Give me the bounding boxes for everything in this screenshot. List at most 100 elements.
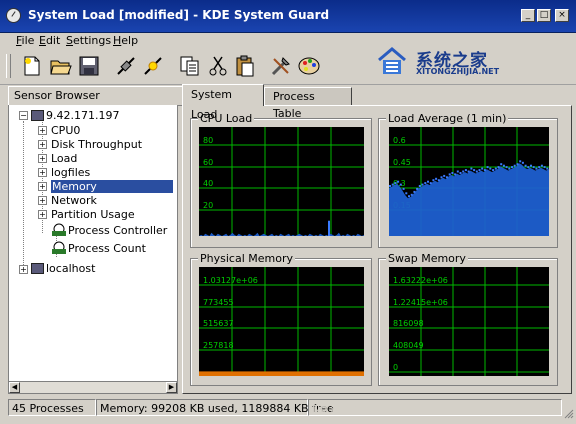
process-count-icon: [52, 241, 66, 254]
status-bar: 45 Processes Memory: 99208 KB used, 1189…: [0, 397, 576, 421]
series-area-0: [389, 163, 549, 236]
y-tick-label: 20: [203, 201, 213, 210]
tree-item-process-controller[interactable]: Process Controller: [68, 224, 167, 237]
data-point: [462, 170, 465, 173]
load-average-title: Load Average (1 min): [386, 112, 509, 125]
logfiles-expand-toggle[interactable]: +: [38, 168, 47, 177]
data-point: [516, 163, 519, 166]
worksheet-tabs: System Load Process Table: [182, 84, 572, 121]
physical-memory-title: Physical Memory: [198, 252, 295, 265]
disk-expand-toggle[interactable]: +: [38, 140, 47, 149]
data-point: [532, 166, 535, 169]
cut-icon[interactable]: [206, 54, 230, 78]
tab-system-load[interactable]: System Load: [182, 84, 264, 121]
data-point: [424, 182, 427, 185]
data-point: [459, 172, 462, 174]
data-point: [540, 164, 543, 167]
scroll-left-arrow-icon[interactable]: ◀: [9, 382, 20, 393]
toolbar-grip[interactable]: [6, 54, 11, 78]
swap-memory-title: Swap Memory: [386, 252, 468, 265]
minimize-button[interactable]: _: [521, 9, 535, 22]
cpu0-expand-toggle[interactable]: +: [38, 126, 47, 135]
tree-item-host1[interactable]: 9.42.171.197: [46, 109, 119, 122]
tab-process-table[interactable]: Process Table: [264, 87, 352, 120]
series-band-2: [199, 371, 364, 376]
menu-help[interactable]: Help: [113, 34, 138, 47]
host-computer-icon: [31, 263, 44, 274]
data-point: [443, 174, 446, 177]
network-expand-toggle[interactable]: +: [38, 196, 47, 205]
load-expand-toggle[interactable]: +: [38, 154, 47, 163]
data-point: [502, 164, 505, 167]
copy-icon[interactable]: [178, 54, 202, 78]
data-point: [445, 176, 448, 179]
sensor-browser-header[interactable]: Sensor Browser: [8, 86, 183, 106]
y-tick-label: 1.22415e+06: [393, 298, 448, 307]
tree-item-process-count[interactable]: Process Count: [68, 242, 146, 255]
data-point: [546, 167, 549, 170]
tree-horizontal-scrollbar[interactable]: ◀ ▶: [8, 381, 178, 394]
tree-item-memory[interactable]: Memory: [51, 180, 173, 193]
maximize-button[interactable]: □: [537, 9, 551, 22]
connect-icon[interactable]: [114, 54, 138, 78]
data-point: [511, 166, 513, 169]
data-point: [435, 177, 438, 180]
y-tick-label: 0: [393, 363, 398, 372]
memory-expand-toggle[interactable]: +: [38, 182, 47, 191]
status-process-count: 45 Processes: [8, 399, 96, 416]
data-point: [440, 176, 443, 179]
ksysguard-app-icon[interactable]: [6, 8, 21, 23]
process-controller-icon: [52, 223, 66, 236]
disconnect-icon[interactable]: [141, 54, 165, 78]
y-tick-label: 816098: [393, 319, 424, 328]
tree-item-load[interactable]: Load: [51, 152, 77, 165]
data-point: [483, 169, 486, 172]
tree-item-localhost[interactable]: localhost: [46, 262, 95, 275]
data-point: [486, 166, 489, 169]
data-point: [402, 187, 405, 190]
data-point: [513, 164, 516, 167]
paste-icon[interactable]: [233, 54, 257, 78]
data-point: [519, 160, 522, 163]
data-point: [508, 167, 511, 170]
tree-item-cpu0[interactable]: CPU0: [51, 124, 80, 137]
data-point: [494, 167, 497, 170]
tree-item-network[interactable]: Network: [51, 194, 97, 207]
title-bar[interactable]: System Load [modified] - KDE System Guar…: [0, 0, 576, 33]
menu-settings[interactable]: Settings: [66, 34, 111, 47]
tree-item-disk-throughput[interactable]: Disk Throughput: [51, 138, 142, 151]
sensor-browser: Sensor Browser − 9.42.171.197 + CPU0 + D…: [8, 86, 183, 394]
y-tick-label: 1.63222e+06: [393, 276, 448, 285]
data-point: [530, 164, 532, 167]
tree-item-partition-usage[interactable]: Partition Usage: [51, 208, 135, 221]
style-icon[interactable]: [297, 54, 321, 78]
new-icon[interactable]: [20, 54, 44, 78]
configure-icon[interactable]: [269, 54, 293, 78]
data-point: [391, 183, 394, 186]
host1-collapse-toggle[interactable]: −: [19, 111, 28, 120]
menu-file[interactable]: File: [16, 34, 34, 47]
data-point: [527, 166, 530, 169]
tree-item-logfiles[interactable]: logfiles: [51, 166, 90, 179]
menu-help-label: elp: [121, 34, 139, 47]
y-tick-label: 408049: [393, 341, 424, 350]
menu-edit[interactable]: Edit: [39, 34, 60, 47]
data-point: [432, 179, 435, 182]
data-point: [500, 163, 503, 166]
data-point: [489, 167, 492, 170]
data-point: [524, 164, 527, 167]
partition-expand-toggle[interactable]: +: [38, 210, 47, 219]
watermark-logo: 系统之家 XITONGZHIJIA.NET: [376, 44, 528, 78]
data-point: [421, 183, 424, 186]
save-icon[interactable]: [77, 54, 101, 78]
sensor-tree[interactable]: − 9.42.171.197 + CPU0 + Disk Throughput …: [8, 105, 178, 382]
open-icon[interactable]: [49, 54, 73, 78]
y-tick-label: 80: [203, 136, 213, 145]
menu-file-label: ile: [21, 34, 35, 47]
scroll-right-arrow-icon[interactable]: ▶: [166, 382, 177, 393]
resize-grip-icon[interactable]: [562, 407, 574, 419]
close-button[interactable]: ×: [555, 9, 569, 22]
y-tick-label: 0.6: [393, 136, 406, 145]
host2-expand-toggle[interactable]: +: [19, 265, 28, 274]
data-point: [451, 172, 454, 174]
